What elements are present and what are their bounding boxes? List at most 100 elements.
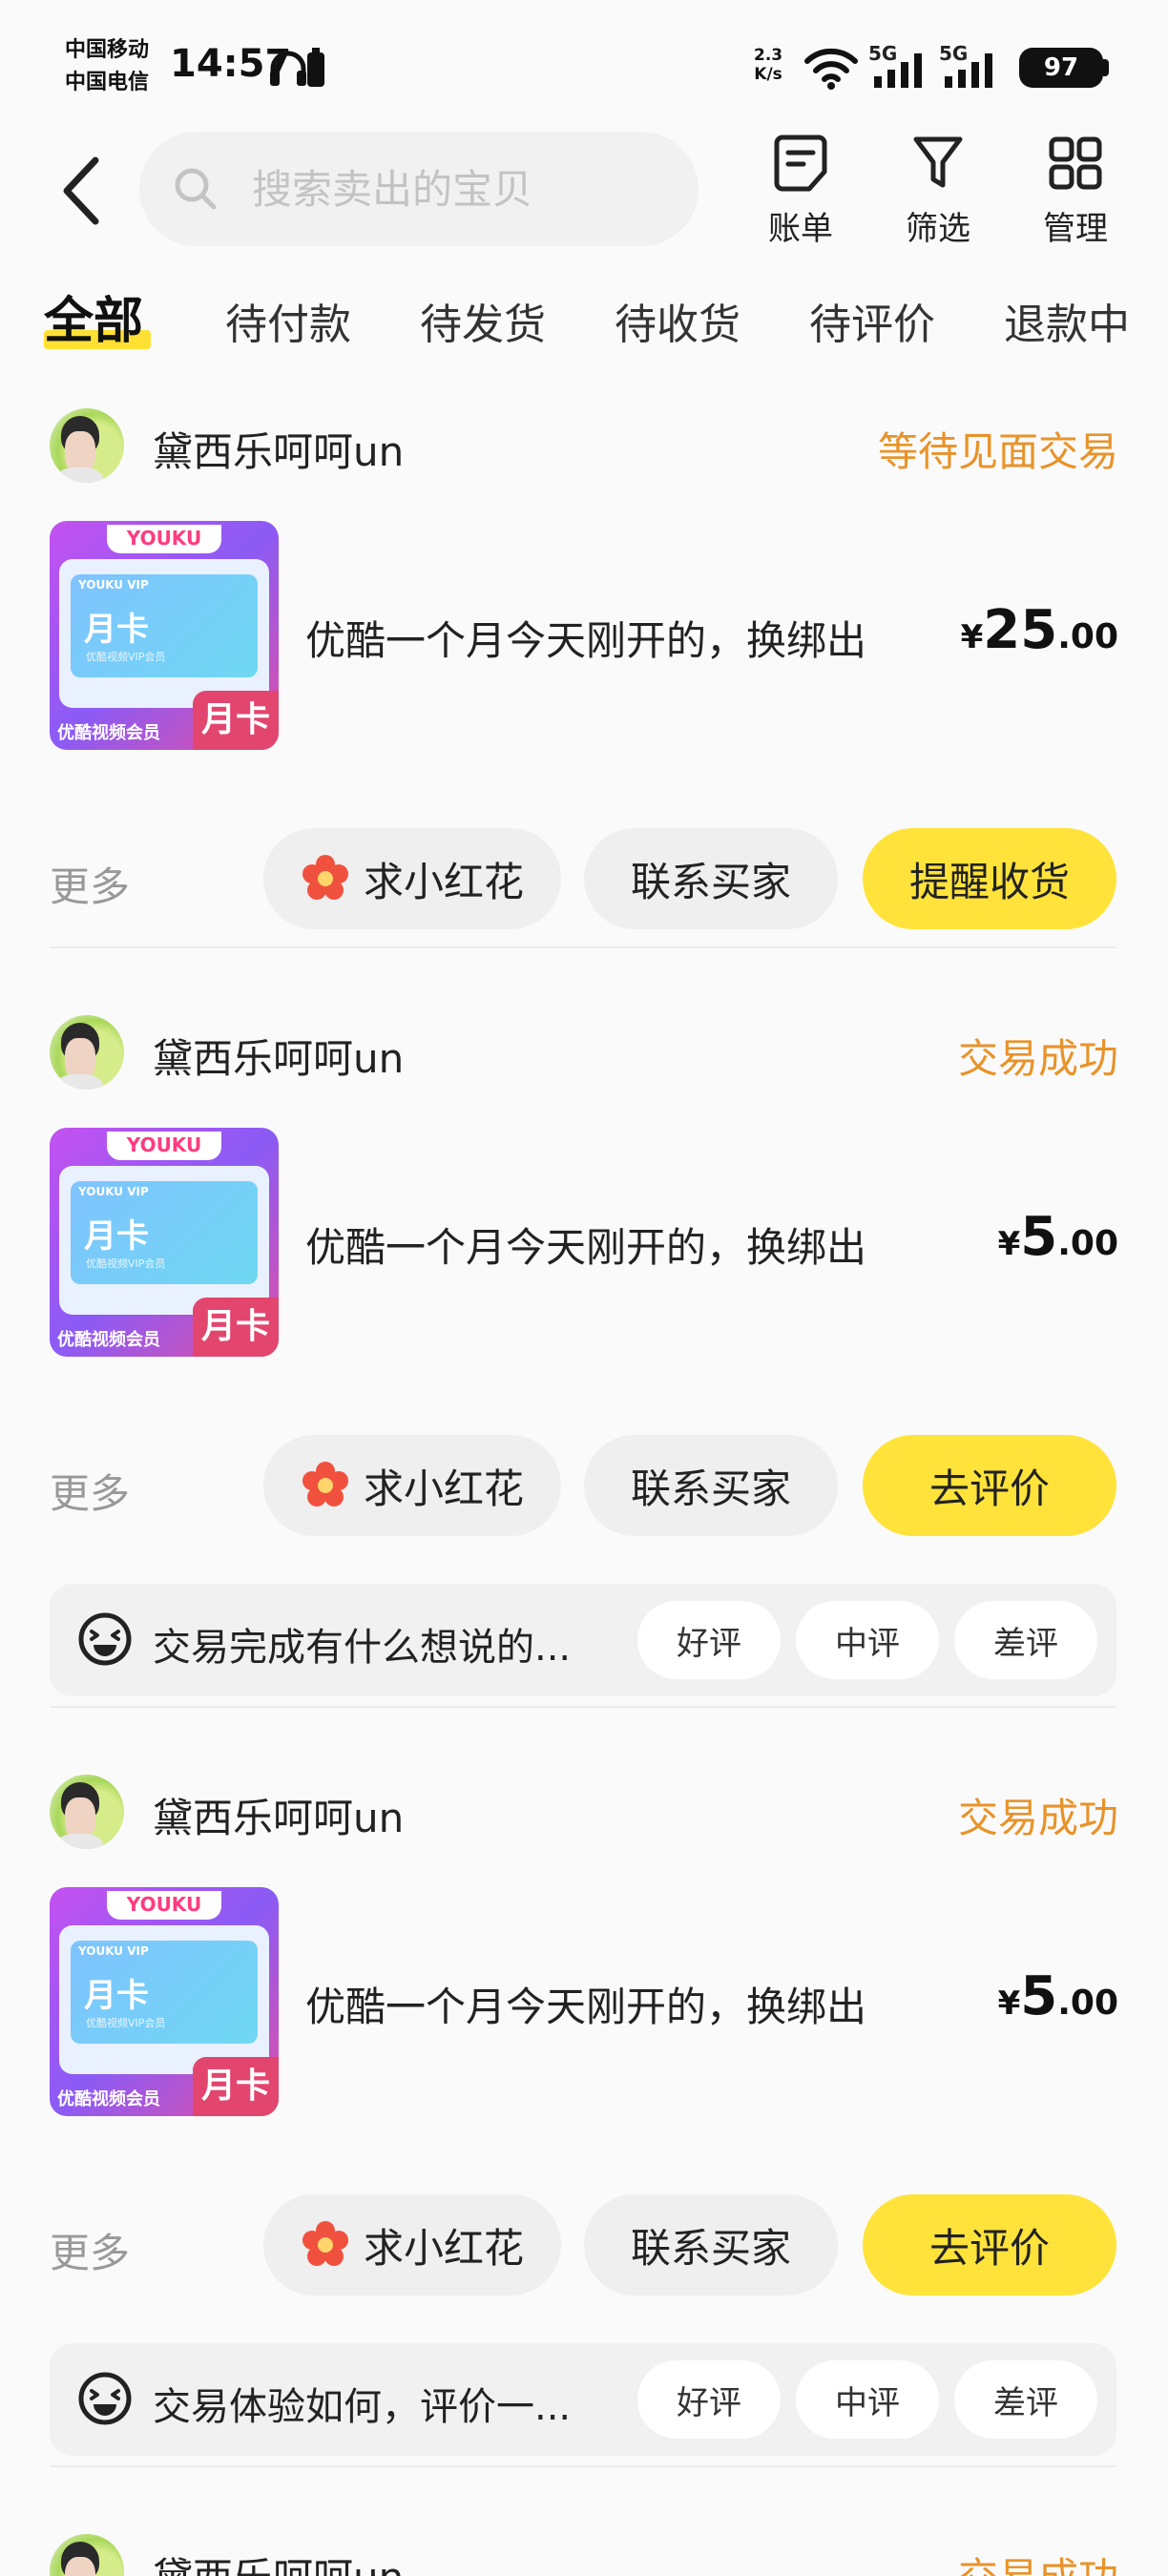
product-title[interactable]: 优酷一个月今天刚开的，换绑出	[305, 1975, 866, 2033]
price-currency: ¥	[997, 1984, 1021, 2023]
search-icon	[175, 168, 217, 210]
bill-label: 账单	[768, 210, 833, 248]
tab-pending-shipment[interactable]: 待发货	[420, 290, 546, 351]
write-review-button[interactable]: 去评价	[863, 1435, 1116, 1536]
search-input[interactable]	[252, 165, 691, 213]
price-decimal: .00	[1057, 1224, 1118, 1263]
quick-review-bar: 交易体验如何，评价一... 好评 中评 差评	[50, 2343, 1116, 2456]
thumb-card-title: 月卡	[84, 611, 149, 649]
product-price: ¥5.00	[998, 1965, 1118, 2027]
seller-name[interactable]: 黛西乐呵呵un	[153, 2545, 404, 2576]
order-tabs: 全部 待付款 待发货 待收货 待评价 退款中	[0, 277, 1168, 372]
price-integer: 5	[1020, 1206, 1058, 1268]
order-card[interactable]: 黛西乐呵呵un 等待见面交易 YOUKU YOUKU VIP 月卡 优酷视频VI…	[0, 408, 1168, 943]
divider	[50, 2465, 1116, 2467]
back-arrow-icon[interactable]	[53, 153, 111, 229]
flower-icon	[302, 2221, 348, 2266]
price-decimal: .00	[1057, 1984, 1118, 2023]
seller-name[interactable]: 黛西乐呵呵un	[153, 420, 404, 478]
ask-flower-button[interactable]: 求小红花	[263, 2194, 561, 2296]
thumb-footer: 优酷视频会员	[57, 723, 160, 743]
neutral-review-button[interactable]: 中评	[796, 1601, 939, 1679]
review-prompt: 交易完成有什么想说的...	[153, 1626, 572, 1670]
battery-tip	[1103, 59, 1109, 76]
battery-level: 97	[1019, 48, 1103, 88]
order-status: 交易成功	[957, 1035, 1118, 1082]
seller-name[interactable]: 黛西乐呵呵un	[153, 1786, 404, 1844]
thumb-vip: YOUKU VIP	[78, 578, 149, 592]
smile-face-icon	[78, 1612, 132, 1666]
carrier-2: 中国电信	[65, 71, 150, 94]
contact-buyer-button[interactable]: 联系买家	[584, 2194, 838, 2296]
carrier-1: 中国移动	[65, 38, 150, 62]
neutral-review-button[interactable]: 中评	[796, 2360, 939, 2439]
wifi-icon	[804, 48, 858, 90]
manage-label: 管理	[1043, 210, 1108, 248]
thumb-vip: YOUKU VIP	[78, 1944, 149, 1958]
smile-face-icon	[78, 2372, 132, 2425]
bill-icon	[774, 135, 827, 192]
speed-value: 2.3	[754, 46, 783, 65]
thumb-card-sub: 优酷视频VIP会员	[86, 1257, 166, 1270]
manage-button[interactable]: 管理	[1023, 134, 1128, 249]
contact-buyer-button[interactable]: 联系买家	[584, 828, 838, 929]
filter-label: 筛选	[906, 210, 970, 248]
remind-receipt-button[interactable]: 提醒收货	[863, 828, 1116, 929]
avatar[interactable]	[50, 1015, 124, 1090]
order-card[interactable]: 黛西乐呵呵un 交易成功	[0, 2534, 1168, 2576]
bad-review-button[interactable]: 差评	[954, 1601, 1097, 1679]
filter-icon	[913, 136, 963, 188]
avatar[interactable]	[50, 408, 124, 483]
thumb-brand: YOUKU	[126, 1133, 202, 1156]
ask-flower-button[interactable]: 求小红花	[263, 1435, 561, 1536]
thumb-brand: YOUKU	[126, 527, 202, 550]
signal-icon-1	[874, 53, 922, 88]
more-link[interactable]: 更多	[50, 855, 130, 913]
good-review-button[interactable]: 好评	[637, 2360, 781, 2439]
order-status: 交易成功	[958, 2545, 1118, 2576]
flower-icon	[302, 1462, 348, 1506]
contact-buyer-button[interactable]: 联系买家	[584, 1435, 838, 1536]
quick-review-bar: 交易完成有什么想说的... 好评 中评 差评	[50, 1584, 1116, 1696]
headphones-icon	[270, 51, 306, 86]
good-review-button[interactable]: 好评	[637, 1601, 781, 1679]
filter-button[interactable]: 筛选	[886, 134, 991, 249]
product-thumbnail[interactable]: YOUKU YOUKU VIP 月卡 优酷视频VIP会员 优酷视频会员 月卡	[50, 521, 279, 750]
product-thumbnail[interactable]: YOUKU YOUKU VIP 月卡 优酷视频VIP会员 优酷视频会员 月卡	[50, 1128, 279, 1357]
order-card[interactable]: 黛西乐呵呵un 交易成功 YOUKU YOUKU VIP 月卡 优酷视频VIP会…	[0, 1015, 1168, 1721]
tab-pending-review[interactable]: 待评价	[809, 290, 935, 351]
status-bar: 中国移动 中国电信 14:57 2.3 K/s 5G 5G 97	[0, 0, 1168, 124]
tab-pending-payment[interactable]: 待付款	[225, 290, 351, 351]
bad-review-button[interactable]: 差评	[954, 2360, 1097, 2439]
bill-button[interactable]: 账单	[748, 134, 853, 249]
network-speed: 2.3 K/s	[754, 46, 782, 84]
product-title[interactable]: 优酷一个月今天刚开的，换绑出	[305, 609, 866, 667]
tab-pending-receipt[interactable]: 待收货	[615, 290, 740, 351]
avatar[interactable]	[50, 1775, 124, 1849]
more-link[interactable]: 更多	[50, 1462, 130, 1520]
tab-refunding[interactable]: 退款中	[1004, 290, 1130, 351]
ask-flower-label: 求小红花	[363, 1465, 524, 1512]
flower-icon	[302, 855, 348, 900]
write-review-button[interactable]: 去评价	[863, 2194, 1116, 2296]
product-title[interactable]: 优酷一个月今天刚开的，换绑出	[305, 1215, 866, 1274]
product-thumbnail[interactable]: YOUKU YOUKU VIP 月卡 优酷视频VIP会员 优酷视频会员 月卡	[50, 1887, 279, 2116]
avatar[interactable]	[50, 2534, 124, 2576]
product-price: ¥5.00	[998, 1206, 1118, 1268]
search-bar[interactable]	[139, 132, 699, 246]
battery-saver-icon	[307, 48, 324, 87]
thumb-tag: 月卡	[193, 691, 279, 750]
thumb-footer: 优酷视频会员	[57, 2089, 160, 2109]
price-currency: ¥	[960, 618, 984, 656]
thumb-footer: 优酷视频会员	[57, 1330, 160, 1350]
ask-flower-button[interactable]: 求小红花	[263, 828, 561, 929]
seller-name[interactable]: 黛西乐呵呵un	[153, 1027, 404, 1085]
carrier-names: 中国移动 中国电信	[65, 34, 149, 99]
thumb-card-sub: 优酷视频VIP会员	[86, 651, 166, 663]
more-link[interactable]: 更多	[50, 2221, 130, 2279]
review-prompt: 交易体验如何，评价一...	[153, 2385, 572, 2429]
price-decimal: .00	[1057, 617, 1118, 656]
tab-all[interactable]: 全部	[44, 280, 143, 352]
order-card[interactable]: 黛西乐呵呵un 交易成功 YOUKU YOUKU VIP 月卡 优酷视频VIP会…	[0, 1775, 1168, 2481]
order-status: 交易成功	[957, 1795, 1118, 1841]
